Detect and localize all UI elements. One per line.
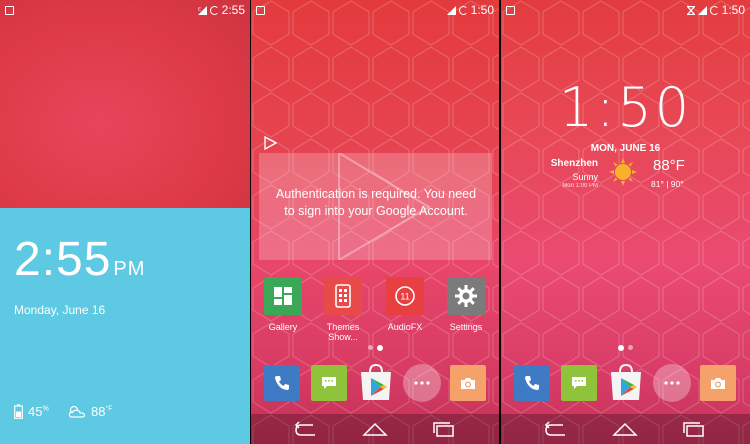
- home-icon[interactable]: [362, 421, 388, 437]
- app-drawer-icon: [414, 381, 430, 385]
- play-store-icon: [611, 363, 641, 400]
- recents-icon[interactable]: [431, 421, 457, 437]
- camera-icon: [711, 377, 725, 389]
- wallpaper-top: [0, 0, 250, 208]
- play-store-icon: [361, 363, 391, 400]
- battery-ring-icon: [709, 5, 719, 15]
- play-store-small-icon: [264, 136, 277, 150]
- themes-label: Themes Show...: [326, 322, 360, 342]
- weather-city: Shenzhen: [550, 158, 598, 169]
- camera-app[interactable]: [700, 365, 736, 401]
- notification-icon: [256, 5, 265, 15]
- gallery-app[interactable]: [264, 277, 302, 315]
- navigation-bar: [501, 414, 750, 444]
- gear-icon: [455, 285, 477, 307]
- weather-status: 88°F: [68, 404, 113, 419]
- weather-range: 81° | 90°: [651, 179, 684, 189]
- status-time: 1:50: [470, 3, 494, 17]
- status-time: 2:55: [221, 3, 245, 17]
- settings-label: Settings: [449, 322, 483, 332]
- signal-icon: [697, 5, 707, 15]
- messaging-icon: [572, 377, 586, 389]
- app-drawer-button[interactable]: [653, 364, 691, 402]
- cloud-sun-icon: [68, 405, 86, 418]
- back-icon[interactable]: [293, 421, 319, 437]
- notification-icon: [5, 5, 14, 15]
- weather-condition: Sunny: [572, 172, 598, 182]
- clock-ampm: PM: [113, 258, 146, 280]
- notification-icon: [506, 5, 515, 15]
- big-clock: 2:55 PM: [14, 233, 146, 286]
- screen-home-clock-widget: 1:50 1:50 MON, JUNE 16 Shenzhen Sunny Mo…: [501, 0, 750, 444]
- messaging-app[interactable]: [561, 365, 597, 401]
- settings-app[interactable]: [447, 277, 485, 315]
- battery-ring-icon: [458, 5, 468, 15]
- signal-icon: E: [197, 5, 207, 15]
- battery-ring-icon: [209, 5, 219, 15]
- auth-message: Authentication is required. You need to …: [275, 187, 477, 218]
- gallery-label: Gallery: [268, 322, 298, 332]
- phone-app[interactable]: [514, 365, 550, 401]
- weather-updated: Mon 1:00 PM: [562, 183, 598, 189]
- camera-icon: [461, 377, 475, 389]
- camera-app[interactable]: [450, 365, 486, 401]
- battery-icon: [14, 404, 23, 419]
- screen-lock-clock: E 2:55 2:55 PM Monday, June 16 45% 88°F: [0, 0, 250, 444]
- phone-icon: [525, 376, 539, 390]
- sun-icon: [609, 158, 637, 186]
- signal-icon: [446, 5, 456, 15]
- big-clock[interactable]: 1:50: [501, 76, 750, 139]
- home-icon[interactable]: [612, 421, 638, 437]
- status-bar: E 2:55: [0, 0, 250, 20]
- screen-home-auth: 1:50 Authentication is required. You nee…: [251, 0, 499, 444]
- weather-temp: 88°F: [653, 157, 685, 174]
- svg-text:E: E: [198, 6, 201, 11]
- app-drawer-icon: [664, 381, 680, 385]
- play-store-app[interactable]: [606, 362, 646, 402]
- back-icon[interactable]: [543, 421, 569, 437]
- navigation-bar: [251, 414, 499, 444]
- phone-icon: [275, 376, 289, 390]
- app-drawer-button[interactable]: [403, 364, 441, 402]
- status-bar: 1:50: [501, 0, 750, 20]
- page-indicator: [368, 344, 383, 351]
- messaging-icon: [322, 377, 336, 389]
- audiofx-label: AudioFX: [387, 322, 423, 332]
- clock-date: Monday, June 16: [14, 303, 106, 317]
- phone-app[interactable]: [264, 365, 300, 401]
- audiofx-icon: 11: [395, 286, 415, 306]
- gallery-icon: [274, 287, 292, 305]
- status-bar: 1:50: [251, 0, 499, 20]
- recents-icon[interactable]: [681, 421, 707, 437]
- page-indicator: [618, 344, 633, 351]
- messaging-app[interactable]: [311, 365, 347, 401]
- svg-text:11: 11: [400, 292, 409, 302]
- clock-date: MON, JUNE 16: [590, 143, 661, 154]
- play-store-app[interactable]: [356, 362, 396, 402]
- battery-status: 45%: [14, 404, 49, 419]
- status-time: 1:50: [721, 3, 745, 17]
- themes-icon: [335, 284, 351, 308]
- audiofx-app[interactable]: 11: [386, 277, 424, 315]
- hourglass-icon: [686, 5, 695, 15]
- themes-app[interactable]: [324, 277, 362, 315]
